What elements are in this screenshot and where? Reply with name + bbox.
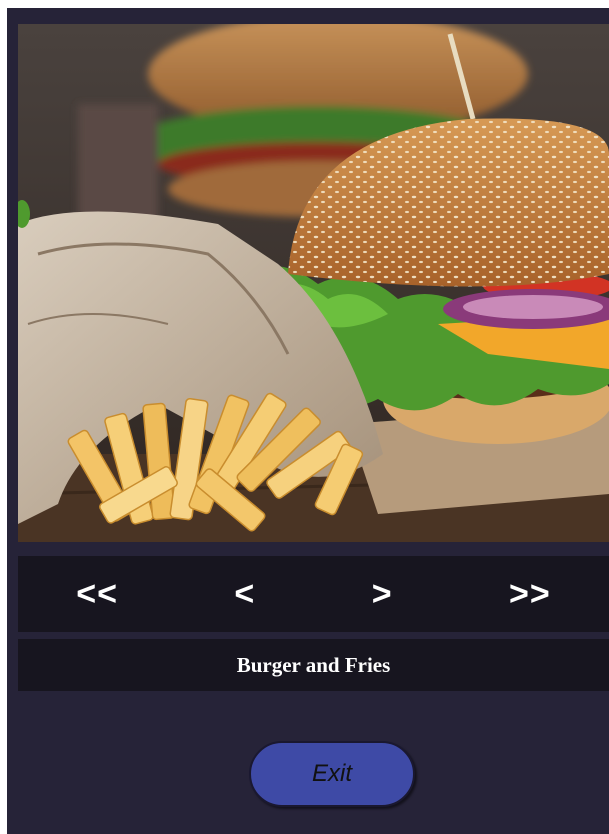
first-button[interactable]: <<: [64, 575, 130, 614]
image-caption: Burger and Fries: [236, 652, 391, 677]
last-button[interactable]: >>: [497, 575, 563, 614]
caption-bar: Burger and Fries: [18, 639, 609, 691]
navigation-bar: << < > >>: [18, 556, 609, 632]
exit-button[interactable]: Exit: [249, 741, 415, 807]
previous-button[interactable]: <: [222, 575, 267, 614]
food-photo: [18, 24, 609, 542]
image-viewer-window: << < > >> Burger and Fries Exit: [7, 8, 609, 834]
next-button[interactable]: >: [360, 575, 405, 614]
